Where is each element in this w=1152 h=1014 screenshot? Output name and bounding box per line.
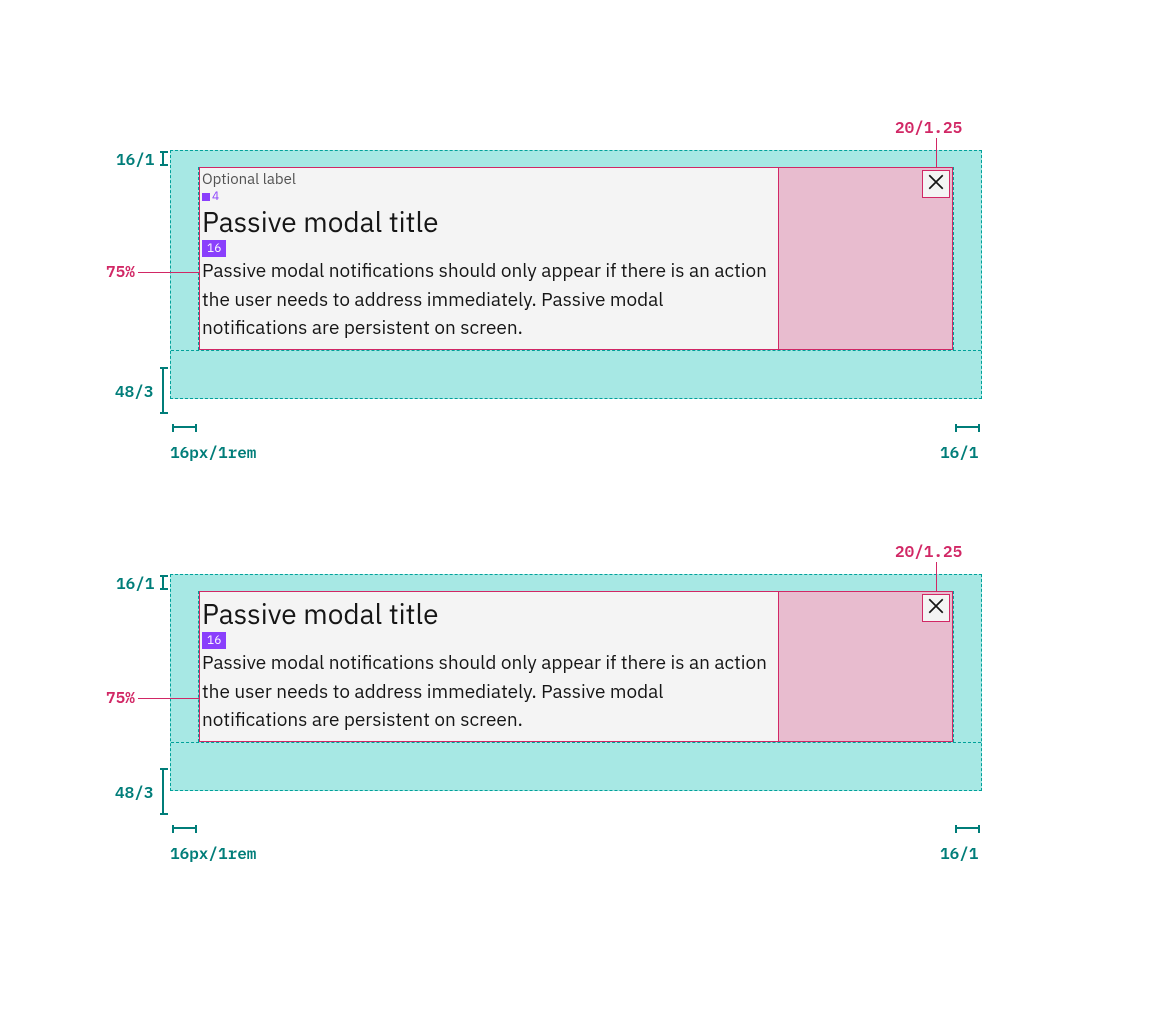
anno-close-size-2: 20/1.25 [895, 542, 962, 562]
modal-body: Passive modal notifications should only … [200, 649, 778, 741]
close-area [779, 167, 953, 350]
leader-close-2 [936, 562, 937, 592]
anno-right-padding: 16/1 [940, 443, 978, 463]
bracket-right-2 [955, 827, 980, 829]
top-padding-region [171, 151, 981, 167]
anno-bottom-padding: 48/3 [115, 382, 153, 402]
bracket-left [172, 426, 197, 428]
modal-outline: Passive modal title 16 Passive modal not… [170, 574, 982, 791]
close-icon [927, 597, 945, 620]
gap-annotation-4: 4 [200, 189, 778, 204]
leader-close [936, 138, 937, 168]
bracket-bottom-2 [162, 768, 164, 815]
anno-close-size: 20/1.25 [895, 118, 962, 138]
leader-75-2 [138, 698, 200, 699]
modal-label: Optional label [200, 168, 778, 189]
leader-75 [138, 272, 200, 273]
modal-spec-without-label: Passive modal title 16 Passive modal not… [170, 574, 982, 791]
gap-annotation-16: 16 [200, 632, 778, 650]
gap-value: 4 [212, 189, 219, 204]
anno-content-width-2: 75% [106, 688, 135, 708]
left-padding-region [171, 167, 199, 350]
modal-content: Passive modal title 16 Passive modal not… [199, 591, 779, 742]
modal-content: Optional label 4 Passive modal title 16 … [199, 167, 779, 350]
title-gap-value: 16 [202, 632, 226, 650]
anno-left-padding: 16px/1rem [170, 443, 256, 463]
bottom-padding-region [171, 742, 981, 790]
gap-annotation-16: 16 [200, 240, 778, 258]
bracket-top-2 [162, 575, 164, 590]
left-padding-region [171, 591, 199, 742]
close-area [779, 591, 953, 742]
anno-left-padding-2: 16px/1rem [170, 844, 256, 864]
close-button[interactable] [922, 594, 950, 622]
bracket-left-2 [172, 827, 197, 829]
right-padding-region [953, 167, 981, 350]
bracket-top [162, 151, 164, 166]
close-icon [927, 173, 945, 196]
title-gap-value: 16 [202, 240, 226, 258]
modal-spec-with-label: Optional label 4 Passive modal title 16 … [170, 150, 982, 399]
anno-top-padding-2: 16/1 [116, 574, 154, 594]
modal-title: Passive modal title [200, 204, 778, 240]
modal-body: Passive modal notifications should only … [200, 257, 778, 349]
close-button[interactable] [922, 170, 950, 198]
gap-swatch [202, 193, 210, 201]
anno-top-padding: 16/1 [116, 150, 154, 170]
modal-outline: Optional label 4 Passive modal title 16 … [170, 150, 982, 399]
anno-right-padding-2: 16/1 [940, 844, 978, 864]
bottom-padding-region [171, 350, 981, 398]
anno-bottom-padding-2: 48/3 [115, 783, 153, 803]
bracket-bottom [162, 367, 164, 414]
anno-content-width: 75% [106, 262, 135, 282]
modal-title: Passive modal title [200, 592, 778, 632]
top-padding-region [171, 575, 981, 591]
right-padding-region [953, 591, 981, 742]
bracket-right [955, 426, 980, 428]
